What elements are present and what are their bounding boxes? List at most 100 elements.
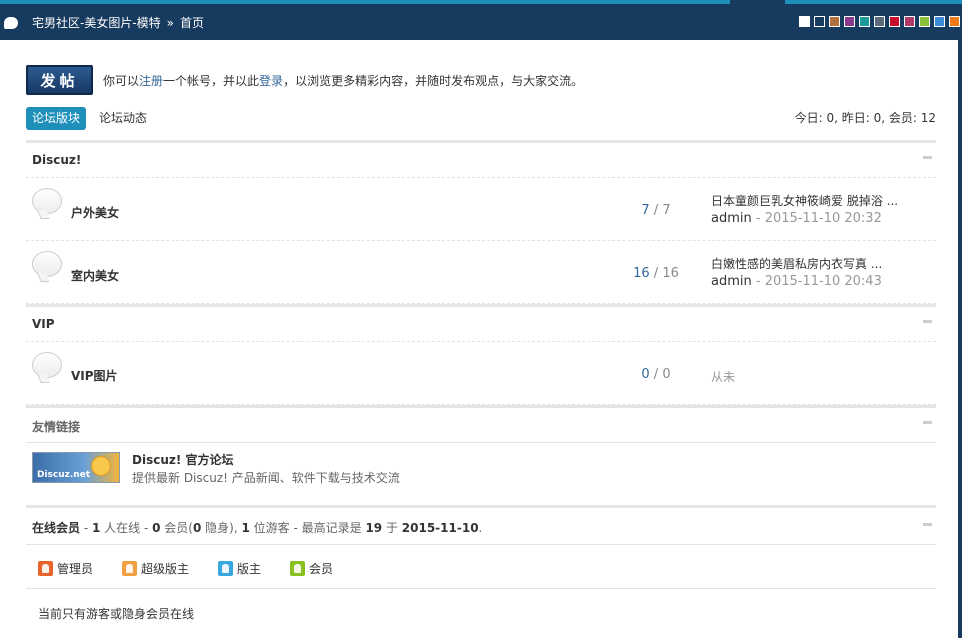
register-link[interactable]: 注册 [139,74,163,88]
link-site-name[interactable]: Discuz! 官方论坛 [132,451,234,468]
friend-link: Discuz.net Discuz! 官方论坛 提供最新 Discuz! 产品新… [26,443,936,505]
links-title: 友情链接 [32,420,81,434]
online-note: 当前只有游客或隐身会员在线 [38,607,195,621]
theme-swatch[interactable] [904,16,915,27]
category-title[interactable]: VIP [32,317,55,331]
legend-member: 会员 [290,560,333,577]
online-part: 会员( [160,521,193,535]
online-record-date: 2015-11-10 [401,521,479,535]
breadcrumb: 宅男社区-美女图片-模特 » 首页 [4,14,204,31]
last-post-meta: admin - 2015-11-10 20:43 [711,274,882,289]
collapse-icon[interactable] [923,421,932,424]
theme-swatches [799,16,960,27]
login-link[interactable]: 登录 [259,74,283,88]
top-accent-stripe [0,0,730,4]
count-separator: / [653,367,659,382]
theme-swatch[interactable] [949,16,960,27]
online-summary: 在线会员 - 1 人在线 - 0 会员(0 隐身), 1 位游客 - 最高记录是… [32,519,482,536]
member-user-icon [290,561,305,576]
forum-name[interactable]: 室内美女 [71,267,119,284]
tab-forum-sections[interactable]: 论坛版块 [26,107,87,130]
forum-row: 户外美女 7 / 7 日本童颜巨乳女神筱崎爱 脱掉浴 ... admin - 2… [26,178,936,241]
forum-name[interactable]: 户外美女 [71,204,119,221]
last-post-author[interactable]: admin [711,211,752,226]
last-post-author[interactable]: admin [711,274,752,289]
last-post-meta: admin - 2015-11-10 20:32 [711,211,882,226]
category-header-discuz: Discuz! [26,140,936,178]
online-header: 在线会员 - 1 人在线 - 0 会员(0 隐身), 1 位游客 - 最高记录是… [26,505,936,545]
collapse-icon[interactable] [923,523,932,526]
online-part: 人在线 - [100,521,153,535]
notice-mid: 一个帐号，并以此 [163,73,260,88]
online-label[interactable]: 在线会员 [32,521,80,535]
forum-row: 室内美女 16 / 16 白嫩性感的美眉私房内衣写真 ... admin - 2… [26,241,936,304]
chat-bubble-icon[interactable] [4,16,18,29]
online-guests: 1 [241,521,250,535]
theme-swatch[interactable] [889,16,900,27]
top-accent-stripe-right [785,0,962,4]
last-post-time: - 2015-11-10 20:43 [755,274,882,289]
last-post-title[interactable]: 白嫩性感的美眉私房内衣写真 ... [711,255,882,272]
collapse-icon[interactable] [923,156,932,159]
forum-bubble-icon [32,251,62,277]
tabs-row: 论坛版块 论坛动态 今日: 0, 昨日: 0, 会员: 12 [26,107,936,130]
last-post-title[interactable]: 日本童颜巨乳女神筱崎爱 脱掉浴 ... [711,192,898,209]
count-separator: / [653,203,659,218]
post-row: 发帖 你可以注册一个帐号，并以此登录，以浏览更多精彩内容，并随时发布观点，与大家… [26,65,583,95]
tab-forum-activity[interactable]: 论坛动态 [99,107,147,130]
last-post-time: - 2015-11-10 20:32 [755,211,882,226]
post-count: 7 [662,203,671,218]
new-post-button[interactable]: 发帖 [26,65,93,95]
links-header: 友情链接 [26,405,936,443]
legend-label: 版主 [237,562,262,576]
forum-bubble-icon [32,188,62,214]
forum-counts: 16 / 16 [616,266,696,281]
breadcrumb-separator: » [166,15,175,30]
forum-name[interactable]: VIP图片 [71,367,118,384]
theme-swatch[interactable] [859,16,870,27]
thread-count: 16 [633,266,650,281]
theme-swatch[interactable] [829,16,840,27]
member-legend: 管理员 超级版主 版主 会员 [26,545,936,589]
online-part: . [478,521,483,535]
legend-moderator: 版主 [218,560,261,577]
theme-swatch[interactable] [934,16,945,27]
post-count: 0 [662,367,671,382]
online-part: 位游客 - 最高记录是 [249,521,366,535]
post-count: 16 [662,266,679,281]
forum-row: VIP图片 0 / 0 从未 [26,342,936,405]
online-record: 19 [365,521,383,535]
breadcrumb-home[interactable]: 首页 [180,14,204,31]
forum-counts: 7 / 7 [616,203,696,218]
theme-swatch[interactable] [874,16,885,27]
discuz-logo[interactable]: Discuz.net [32,452,120,483]
legend-label: 超级版主 [141,562,190,576]
notice-prefix: 你可以 [103,73,140,88]
legend-label: 管理员 [57,562,94,576]
right-edge-bar [958,40,962,638]
last-post-never: 从未 [711,370,736,384]
top-bar: 宅男社区-美女图片-模特 » 首页 [0,0,962,40]
login-notice: 你可以注册一个帐号，并以此登录，以浏览更多精彩内容，并随时发布观点，与大家交流。 [103,72,583,89]
link-site-description: 提供最新 Discuz! 产品新闻、软件下载与技术交流 [132,471,400,485]
category-header-vip: VIP [26,304,936,342]
breadcrumb-site[interactable]: 宅男社区-美女图片-模特 [32,14,161,31]
site-stats: 今日: 0, 昨日: 0, 会员: 12 [794,111,936,125]
admin-user-icon [38,561,53,576]
online-part: - [80,521,92,535]
super-moderator-user-icon [122,561,137,576]
notice-suffix: ，以浏览更多精彩内容，并随时发布观点，与大家交流。 [283,73,584,88]
thread-count: 7 [641,203,650,218]
theme-swatch[interactable] [799,16,810,27]
logo-sun-graphic [91,456,111,476]
moderator-user-icon [218,561,233,576]
theme-swatch[interactable] [814,16,825,27]
collapse-icon[interactable] [923,320,932,323]
theme-swatch[interactable] [844,16,855,27]
theme-swatch[interactable] [919,16,930,27]
legend-super-moderator: 超级版主 [122,560,189,577]
category-title[interactable]: Discuz! [32,153,81,167]
legend-label: 会员 [309,562,334,576]
thread-count: 0 [641,367,650,382]
logo-text: Discuz.net [37,470,91,480]
